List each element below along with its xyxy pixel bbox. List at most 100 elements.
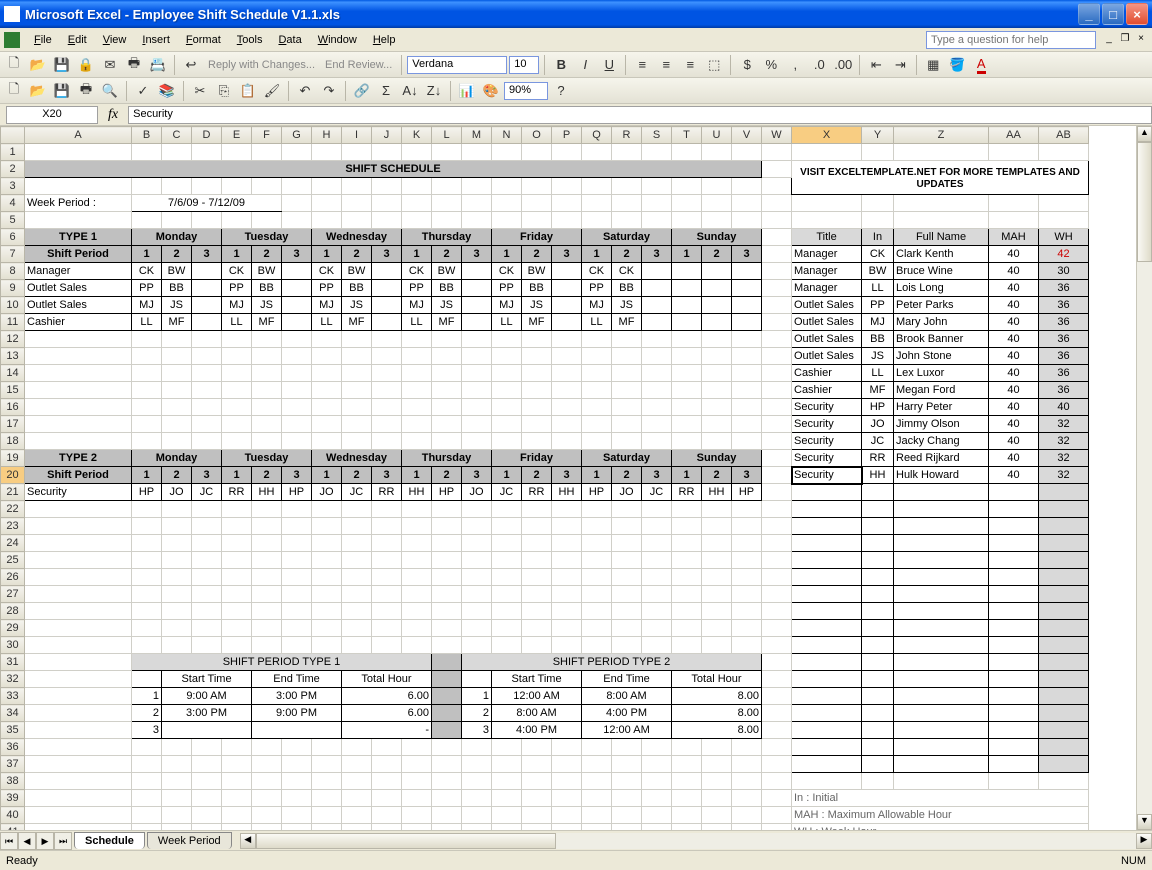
- cell-C18[interactable]: [162, 433, 192, 450]
- doc-restore-button[interactable]: ❐: [1118, 33, 1132, 47]
- cell-B4[interactable]: 7/6/09 - 7/12/09: [132, 195, 282, 212]
- vertical-scrollbar[interactable]: ▲ ▼: [1136, 126, 1152, 830]
- cell-D41[interactable]: [192, 824, 222, 831]
- cell-S12[interactable]: [642, 331, 672, 348]
- cell-Q36[interactable]: [582, 739, 612, 756]
- cell-C41[interactable]: [162, 824, 192, 831]
- cell-M18[interactable]: [462, 433, 492, 450]
- cell-G20[interactable]: 3: [282, 467, 312, 484]
- cell-N32[interactable]: Start Time: [492, 671, 582, 688]
- cell-R30[interactable]: [612, 637, 642, 654]
- cell-O9[interactable]: BB: [522, 280, 552, 297]
- menu-help[interactable]: Help: [365, 31, 404, 49]
- cell-H28[interactable]: [312, 603, 342, 620]
- cell-W36[interactable]: [762, 739, 792, 756]
- cell-R13[interactable]: [612, 348, 642, 365]
- cell-H22[interactable]: [312, 501, 342, 518]
- cell-I1[interactable]: [342, 144, 372, 161]
- cell-M1[interactable]: [462, 144, 492, 161]
- row-header-16[interactable]: 16: [1, 399, 25, 416]
- redo-icon[interactable]: ↷: [318, 80, 340, 102]
- cell-T27[interactable]: [672, 586, 702, 603]
- cell-I17[interactable]: [342, 416, 372, 433]
- cell-E20[interactable]: 1: [222, 467, 252, 484]
- col-header-AA[interactable]: AA: [989, 127, 1039, 144]
- scroll-thumb[interactable]: [1137, 142, 1152, 262]
- cell-I20[interactable]: 2: [342, 467, 372, 484]
- help-icon[interactable]: ?: [550, 80, 572, 102]
- cell-U28[interactable]: [702, 603, 732, 620]
- cell-D13[interactable]: [192, 348, 222, 365]
- cell-P3[interactable]: [552, 178, 582, 195]
- cell-L20[interactable]: 2: [432, 467, 462, 484]
- permission-icon[interactable]: 🔒: [75, 54, 97, 76]
- cell-I13[interactable]: [342, 348, 372, 365]
- cell-P23[interactable]: [552, 518, 582, 535]
- cell-Y21[interactable]: [862, 484, 894, 501]
- cell-L12[interactable]: [432, 331, 462, 348]
- cell-E19[interactable]: Tuesday: [222, 450, 312, 467]
- cell-H38[interactable]: [312, 773, 342, 790]
- cell-M11[interactable]: [462, 314, 492, 331]
- cell-W26[interactable]: [762, 569, 792, 586]
- cell-Y10[interactable]: PP: [862, 297, 894, 314]
- cell-N6[interactable]: Friday: [492, 229, 582, 246]
- cell-X22[interactable]: [792, 501, 862, 518]
- cell-R3[interactable]: [612, 178, 642, 195]
- cell-W10[interactable]: [762, 297, 792, 314]
- cell-S13[interactable]: [642, 348, 672, 365]
- cell-T35[interactable]: 8.00: [672, 722, 762, 739]
- cell-T38[interactable]: [672, 773, 702, 790]
- sort-desc-icon[interactable]: Z↓: [423, 80, 445, 102]
- cell-A18[interactable]: [25, 433, 132, 450]
- cell-A8[interactable]: Manager: [25, 263, 132, 280]
- cell-U3[interactable]: [702, 178, 732, 195]
- copy-icon[interactable]: ⎘: [213, 80, 235, 102]
- cell-L33[interactable]: [432, 688, 462, 705]
- menu-data[interactable]: Data: [270, 31, 309, 49]
- cell-P9[interactable]: [552, 280, 582, 297]
- cell-D26[interactable]: [192, 569, 222, 586]
- cell-R36[interactable]: [612, 739, 642, 756]
- cell-Z18[interactable]: Jacky Chang: [894, 433, 989, 450]
- hscroll-thumb[interactable]: [256, 833, 556, 849]
- cell-E12[interactable]: [222, 331, 252, 348]
- cell-N23[interactable]: [492, 518, 522, 535]
- cell-W17[interactable]: [762, 416, 792, 433]
- cell-K19[interactable]: Thursday: [402, 450, 492, 467]
- cell-N1[interactable]: [492, 144, 522, 161]
- cell-Z27[interactable]: [894, 586, 989, 603]
- cell-T8[interactable]: [672, 263, 702, 280]
- cell-O27[interactable]: [522, 586, 552, 603]
- cell-J24[interactable]: [372, 535, 402, 552]
- row-header-14[interactable]: 14: [1, 365, 25, 382]
- cell-J20[interactable]: 3: [372, 467, 402, 484]
- cell-AA36[interactable]: [989, 739, 1039, 756]
- cell-F40[interactable]: [252, 807, 282, 824]
- cell-E21[interactable]: RR: [222, 484, 252, 501]
- cell-U14[interactable]: [702, 365, 732, 382]
- cell-F7[interactable]: 2: [252, 246, 282, 263]
- menu-view[interactable]: View: [95, 31, 135, 49]
- cell-AA5[interactable]: [989, 212, 1039, 229]
- cell-C7[interactable]: 2: [162, 246, 192, 263]
- cell-H1[interactable]: [312, 144, 342, 161]
- cell-F21[interactable]: HH: [252, 484, 282, 501]
- cell-X40[interactable]: MAH : Maximum Allowable Hour: [792, 807, 1089, 824]
- cell-E22[interactable]: [222, 501, 252, 518]
- cell-Y5[interactable]: [862, 212, 894, 229]
- decrease-indent-icon[interactable]: ⇤: [865, 54, 887, 76]
- cell-X33[interactable]: [792, 688, 862, 705]
- cell-O25[interactable]: [522, 552, 552, 569]
- cell-C27[interactable]: [162, 586, 192, 603]
- cell-G13[interactable]: [282, 348, 312, 365]
- cell-P13[interactable]: [552, 348, 582, 365]
- cell-Z5[interactable]: [894, 212, 989, 229]
- cell-J30[interactable]: [372, 637, 402, 654]
- cell-Z37[interactable]: [894, 756, 989, 773]
- cell-L35[interactable]: [432, 722, 462, 739]
- cell-X34[interactable]: [792, 705, 862, 722]
- cell-C25[interactable]: [162, 552, 192, 569]
- cell-B38[interactable]: [132, 773, 162, 790]
- cell-H29[interactable]: [312, 620, 342, 637]
